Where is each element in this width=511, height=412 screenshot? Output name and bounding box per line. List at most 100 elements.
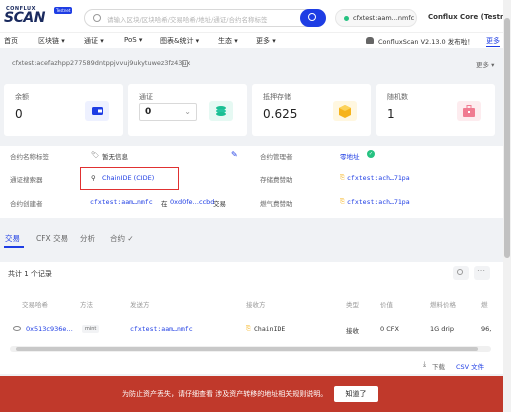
address-header: cfxtest:acefazhpp277589dntppjvvuj9ukytuw… [0, 55, 503, 73]
tx-to-link[interactable]: ChainIDE [254, 325, 285, 333]
more-link-underline [486, 46, 500, 47]
horizontal-scrollbar[interactable] [10, 346, 491, 352]
storage-sponsor-link[interactable]: cfxtest:ach…71pa [347, 174, 410, 182]
contract-address: cfxtest:acefazhpp277589dntppjvvuj9ukytuw… [12, 59, 191, 67]
balance-value: 0 [15, 107, 23, 121]
verified-check-icon: ✓ [367, 150, 375, 158]
col-gas-price: 燃料价格 [430, 301, 456, 309]
tag-icon: 🏷 [91, 151, 100, 159]
search-button-icon [308, 13, 316, 21]
wallet-icon [85, 101, 109, 121]
address-more-dropdown[interactable]: 更多 ▾ [476, 59, 494, 69]
network-selector[interactable]: Conflux Core (Testnet) [428, 13, 511, 21]
tab-contract[interactable]: 合约 ✓ [110, 233, 134, 244]
logo-main-text: SCAN [4, 10, 45, 26]
creator-address-link[interactable]: cfxtest:aam…nmfc [90, 198, 153, 206]
tx-gas-price: 1G drip [430, 325, 454, 333]
nonce-card: 随机数 1 [376, 84, 495, 136]
version-announcement[interactable]: ConfluxScan V2.13.0 发布啦！ [378, 36, 474, 46]
name-tag-value: 暂无信息 [102, 153, 128, 161]
name-tag-label: 合约名称标签 [10, 153, 49, 161]
main-nav: 首页 区块链 ▾ 通证 ▾ PoS ▾ 图表&统计 ▾ 生态 ▾ 更多 ▾ Co… [0, 32, 503, 48]
col-method: 方法 [80, 301, 93, 309]
nav-more[interactable]: 更多 ▾ [256, 36, 276, 46]
scrollbar-thumb[interactable] [16, 347, 478, 351]
gas-sponsor-link[interactable]: cfxtest:ach…71pa [347, 198, 410, 206]
download-label: 下载 [432, 363, 445, 371]
nonce-label: 随机数 [387, 93, 408, 101]
search-bar[interactable]: 请输入区块/区块哈希/交易哈希/地址/通证/合约名称标签 [84, 9, 326, 27]
nav-pos[interactable]: PoS ▾ [124, 36, 142, 44]
nav-home[interactable]: 首页 [4, 36, 18, 46]
chevron-down-icon: ⌄ [184, 107, 191, 116]
warning-banner: 为防止资产丢失，请仔细查看 涉及资产转移的地址相关规则说明。 知道了 [0, 376, 503, 412]
transactions-panel: 共计 1 个记录 ⋯ 交易哈希 方法 发送方 接收方 类型 价值 燃料价格 燃 … [0, 262, 503, 374]
copy-icon[interactable] [182, 60, 188, 67]
record-count: 共计 1 个记录 [8, 270, 52, 278]
csv-download-link[interactable]: CSV 文件 [456, 361, 484, 371]
highlight-box [80, 167, 179, 190]
top-bar: CONFLUX SCAN Testnet 请输入区块/区块哈希/交易哈希/地址/… [0, 0, 511, 32]
nav-charts[interactable]: 图表&统计 ▾ [160, 36, 199, 46]
nonce-value: 1 [387, 107, 395, 121]
tab-cfx-transfers[interactable]: CFX 交易 [36, 233, 68, 244]
method-badge: mint [82, 325, 100, 333]
tokens-label: 通证 [139, 93, 153, 101]
edit-icon[interactable]: ✎ [231, 150, 238, 159]
tx-from-link[interactable]: cfxtest:aam…nmfc [130, 325, 193, 333]
bell-icon [366, 37, 374, 44]
options-button[interactable]: ⋯ [474, 266, 490, 280]
warning-text[interactable]: 为防止资产丢失，请仔细查看 涉及资产转移的地址相关规则说明。 [122, 389, 327, 399]
balance-card: 余额 0 [4, 84, 123, 136]
search-button[interactable] [300, 9, 326, 27]
col-value: 价值 [380, 301, 393, 309]
gas-sponsor-label: 燃气费赞助 [260, 200, 293, 208]
col-type: 类型 [346, 301, 359, 309]
col-to: 接收方 [246, 301, 266, 309]
tx-value: 0 CFX [380, 325, 399, 333]
layers-icon [209, 101, 233, 121]
tab-transactions[interactable]: 交易 [5, 233, 20, 244]
search-icon [93, 14, 101, 22]
search-icon [457, 269, 463, 275]
connected-status-dot [344, 16, 349, 21]
testnet-badge: Testnet [54, 7, 73, 14]
tx-gas: 96, [481, 325, 492, 333]
creator-tx-suffix: 交易 [213, 200, 226, 208]
briefcase-icon [457, 101, 481, 121]
account-button[interactable]: cfxtest:aam...nmfc [335, 9, 417, 27]
account-label: cfxtest:aam...nmfc [353, 14, 415, 22]
token-tracker-label: 通证搜索器 [10, 176, 43, 184]
announcement-more-link[interactable]: 更多 [486, 36, 500, 46]
storage-card: 抵押存储 0.625 [252, 84, 371, 136]
col-gas: 燃 [481, 301, 488, 309]
eye-icon[interactable] [13, 326, 21, 331]
tabs-bar: 交易 CFX 交易 分析 合约 ✓ [0, 229, 503, 248]
creator-label: 合约创建者 [10, 200, 43, 208]
download-icon: ⤓ [423, 360, 427, 368]
tx-type: 接收 [346, 327, 359, 335]
storage-value: 0.625 [263, 107, 298, 121]
balance-label: 余额 [15, 93, 29, 101]
active-tab-indicator [4, 246, 24, 248]
manager-label: 合约管理者 [260, 153, 293, 161]
tab-analysis[interactable]: 分析 [80, 233, 95, 244]
filter-search-button[interactable] [453, 266, 469, 280]
tokens-dropdown[interactable]: 0 ⌄ [139, 103, 197, 121]
storage-sponsor-label: 存储费赞助 [260, 176, 293, 184]
tx-hash-link[interactable]: 0x513c936e… [26, 325, 73, 333]
manager-value[interactable]: 零地址 [340, 151, 360, 161]
more-icon: ⋯ [477, 266, 485, 275]
search-input[interactable]: 请输入区块/区块哈希/交易哈希/地址/通证/合约名称标签 [107, 14, 267, 24]
creator-tx-link[interactable]: 0xd0fe…ccbd [170, 198, 214, 206]
nav-ecosystem[interactable]: 生态 ▾ [218, 36, 238, 46]
col-from: 发送方 [130, 301, 150, 309]
acknowledge-button[interactable]: 知道了 [334, 386, 378, 402]
nav-tokens[interactable]: 通证 ▾ [84, 36, 104, 46]
contract-info-panel: 合约名称标签 🏷 暂无信息 ✎ 合约管理者 零地址 ✓ 通证搜索器 ⚲ Chai… [0, 146, 503, 218]
storage-label: 抵押存储 [263, 93, 291, 101]
confluxscan-logo[interactable]: CONFLUX SCAN Testnet [4, 6, 73, 26]
page-scrollbar-thumb[interactable] [504, 18, 510, 258]
nav-blockchain[interactable]: 区块链 ▾ [38, 36, 65, 46]
page-scrollbar[interactable] [503, 0, 511, 412]
